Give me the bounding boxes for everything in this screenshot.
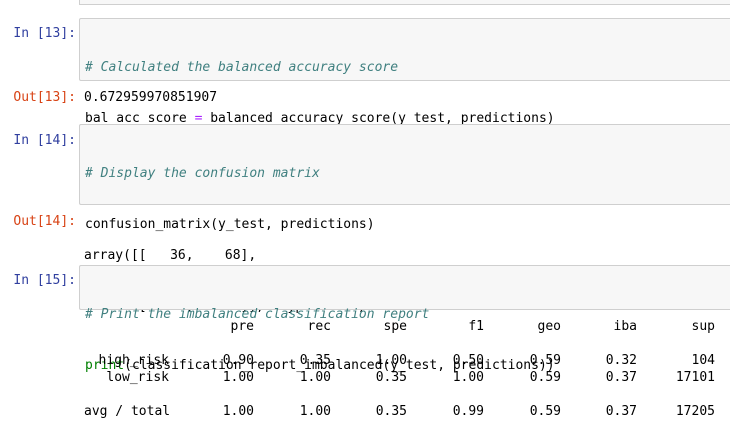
report-header: sup <box>691 319 715 334</box>
code-input-area[interactable]: # Calculated the balanced accuracy score… <box>79 18 730 177</box>
report-cell: 0.59 <box>529 370 561 385</box>
report-row: low_risk 1.00 1.00 0.35 1.00 0.59 0.37 1… <box>84 369 730 386</box>
report-total-row: avg / total 1.00 1.00 0.35 0.99 0.59 0.3… <box>84 403 730 420</box>
code-input-area[interactable]: # Print the imbalanced classification re… <box>79 265 730 373</box>
code-comment: # Calculated the balanced accuracy score <box>85 60 399 75</box>
report-cell: 1.00 <box>299 370 331 385</box>
report-cell: 1.00 <box>452 370 484 385</box>
report-row: high_risk 0.90 0.35 1.00 0.50 0.59 0.32 … <box>84 352 730 369</box>
output-line: array([[ 36, 68], <box>84 248 257 263</box>
report-cell: 0.37 <box>605 370 637 385</box>
code-input-area[interactable]: # Display the confusion matrix confusion… <box>79 124 730 232</box>
report-header: iba <box>613 319 637 334</box>
report-header: rec <box>307 319 331 334</box>
report-cell: 0.90 <box>222 353 254 368</box>
output-prompt: Out[14]: <box>13 214 76 229</box>
report-cell: 1.00 <box>222 404 254 419</box>
input-prompt: In [15]: <box>13 273 76 288</box>
report-cell: 17101 <box>675 370 715 385</box>
report-cell: 104 <box>691 353 715 368</box>
report-cell: 0.59 <box>529 404 561 419</box>
code-comment: # Display the confusion matrix <box>85 166 320 181</box>
cell-output: 0.672959970851907 <box>84 90 218 105</box>
report-cell: 0.50 <box>452 353 484 368</box>
report-header: pre <box>230 319 254 334</box>
output-prompt: Out[13]: <box>13 90 76 105</box>
report-row-label: high_risk <box>98 353 169 368</box>
previous-cell-input-area[interactable] <box>79 0 730 5</box>
report-header: f1 <box>468 319 484 334</box>
report-cell: 0.99 <box>452 404 484 419</box>
report-cell: 0.35 <box>299 353 331 368</box>
report-cell: 0.32 <box>605 353 637 368</box>
code-editor[interactable]: # Print the imbalanced classification re… <box>85 272 555 408</box>
input-prompt: In [13]: <box>13 26 76 41</box>
report-cell: 1.00 <box>299 404 331 419</box>
input-prompt: In [14]: <box>13 133 76 148</box>
report-cell: 1.00 <box>222 370 254 385</box>
report-row-label: avg / total <box>84 404 171 419</box>
report-cell: 0.35 <box>375 370 407 385</box>
report-cell: 17205 <box>675 404 715 419</box>
report-header: geo <box>537 319 561 334</box>
report-cell: 0.59 <box>529 353 561 368</box>
report-cell: 0.37 <box>605 404 637 419</box>
report-header-row: pre rec spe f1 geo iba sup <box>84 318 730 335</box>
report-row-label: low_risk <box>106 370 169 385</box>
report-cell: 1.00 <box>375 353 407 368</box>
report-cell: 0.35 <box>375 404 407 419</box>
report-header: spe <box>383 319 407 334</box>
